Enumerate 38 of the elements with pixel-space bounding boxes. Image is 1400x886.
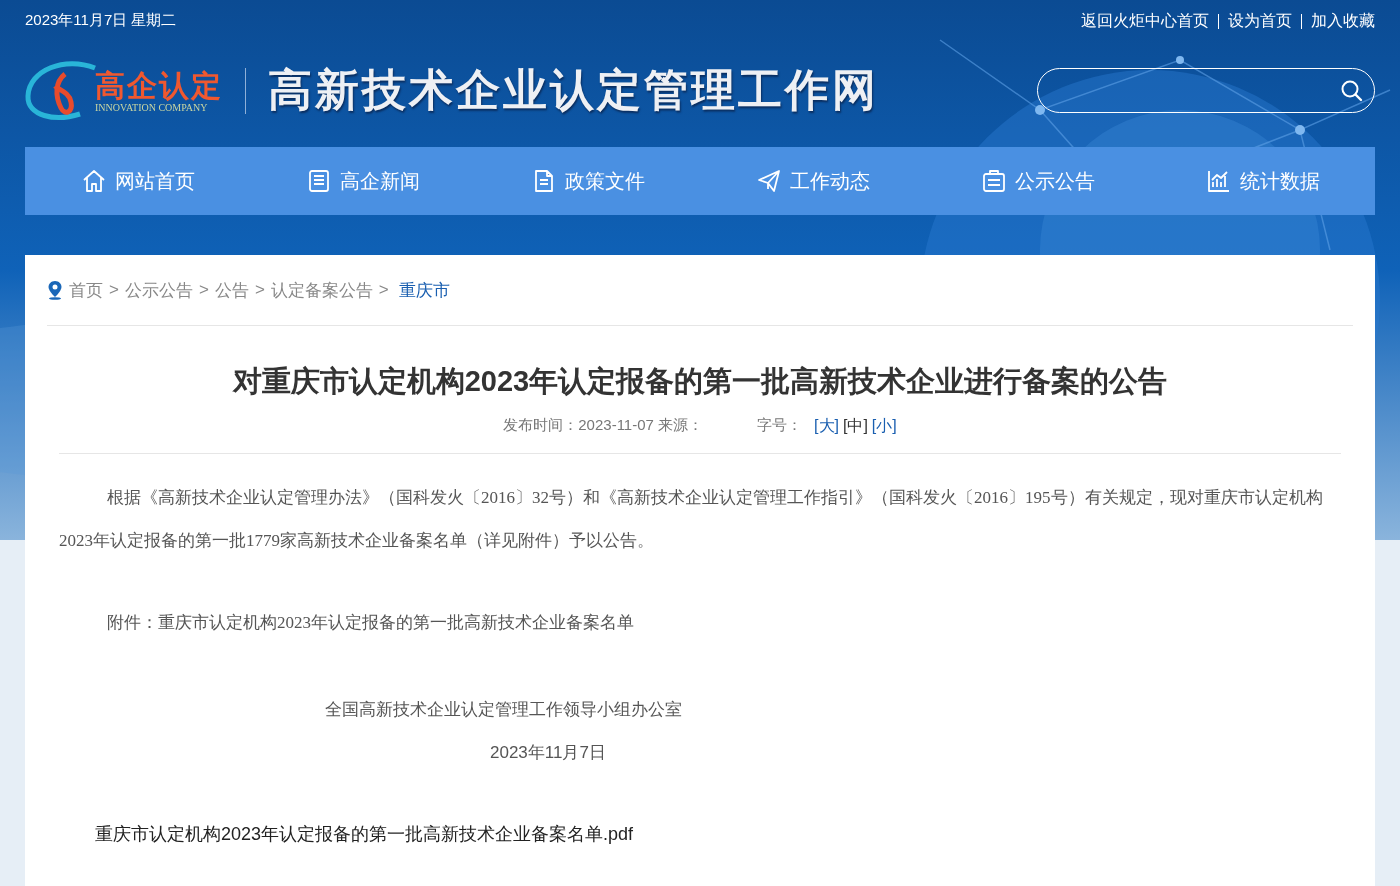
signature-text: 全国高新技术企业认定管理工作领导小组办公室 xyxy=(324,699,683,721)
breadcrumb-link[interactable]: 首页 xyxy=(69,278,103,302)
breadcrumb-link[interactable]: 重庆市 xyxy=(398,278,450,302)
site-title: 高新技术企业认定管理工作网 xyxy=(268,63,879,117)
logo-subtitle: INNOVATION COMPANY xyxy=(95,101,209,113)
logo-name: 高企认定 xyxy=(95,68,223,102)
chart-icon xyxy=(1205,168,1232,194)
nav-item[interactable]: 高企新闻 xyxy=(250,147,475,215)
breadcrumb-separator: > xyxy=(254,280,265,300)
date-text: 2023年11月7日 星期二 xyxy=(25,11,177,30)
search-icon[interactable] xyxy=(1340,78,1364,103)
nav-item[interactable]: 工作动态 xyxy=(700,147,925,215)
attachment-link[interactable]: 重庆市认定机构2023年认定报备的第一批高新技术企业备案名单.pdf xyxy=(95,822,634,846)
font-size-link[interactable]: [中] xyxy=(842,416,868,437)
breadcrumb-separator: > xyxy=(198,280,209,300)
clipboard-icon xyxy=(980,168,1007,194)
nav-item[interactable]: 公示公告 xyxy=(925,147,1150,215)
nav-item[interactable]: 统计数据 xyxy=(1150,147,1375,215)
publish-info: 发布时间：2023-11-07 来源： xyxy=(503,416,704,435)
font-size-link[interactable]: [小] xyxy=(871,416,897,437)
breadcrumb-separator: > xyxy=(378,280,389,300)
article-paragraph: 根据《高新技术企业认定管理办法》（国科发火〔2016〕32号）和《高新技术企业认定管理工作指引》（国科发火〔2016〕195号）有关规定，现对重庆市认定机构2023年认定报备的第一批1779家高新技术企业备案名单（详见附件）予以公告。 xyxy=(59,487,1324,552)
breadcrumb-link[interactable]: 公示公告 xyxy=(124,278,193,302)
breadcrumb-link[interactable]: 公告 xyxy=(214,278,249,302)
nav-item[interactable]: 政策文件 xyxy=(475,147,700,215)
location-pin-icon xyxy=(47,280,63,300)
breadcrumb-separator: > xyxy=(109,280,119,300)
signature-date: 2023年11月7日 xyxy=(489,742,607,764)
attachment-note: 附件：重庆市认定机构2023年认定报备的第一批高新技术企业备案名单 xyxy=(106,612,635,634)
nav-item[interactable]: 网站首页 xyxy=(25,147,250,215)
article-title: 对重庆市认定机构2023年认定报备的第一批高新技术企业进行备案的公告 xyxy=(231,364,1169,399)
header-link[interactable]: 设为首页 xyxy=(1228,11,1292,32)
breadcrumb-link[interactable]: 认定备案公告 xyxy=(270,278,373,302)
font-size-link[interactable]: [大] xyxy=(814,416,839,437)
font-size-label: 字号： xyxy=(757,416,803,435)
paper-plane-icon xyxy=(755,168,782,194)
header-link[interactable]: 返回火炬中心首页 xyxy=(1081,11,1209,32)
header-link[interactable]: 加入收藏 xyxy=(1311,11,1375,32)
